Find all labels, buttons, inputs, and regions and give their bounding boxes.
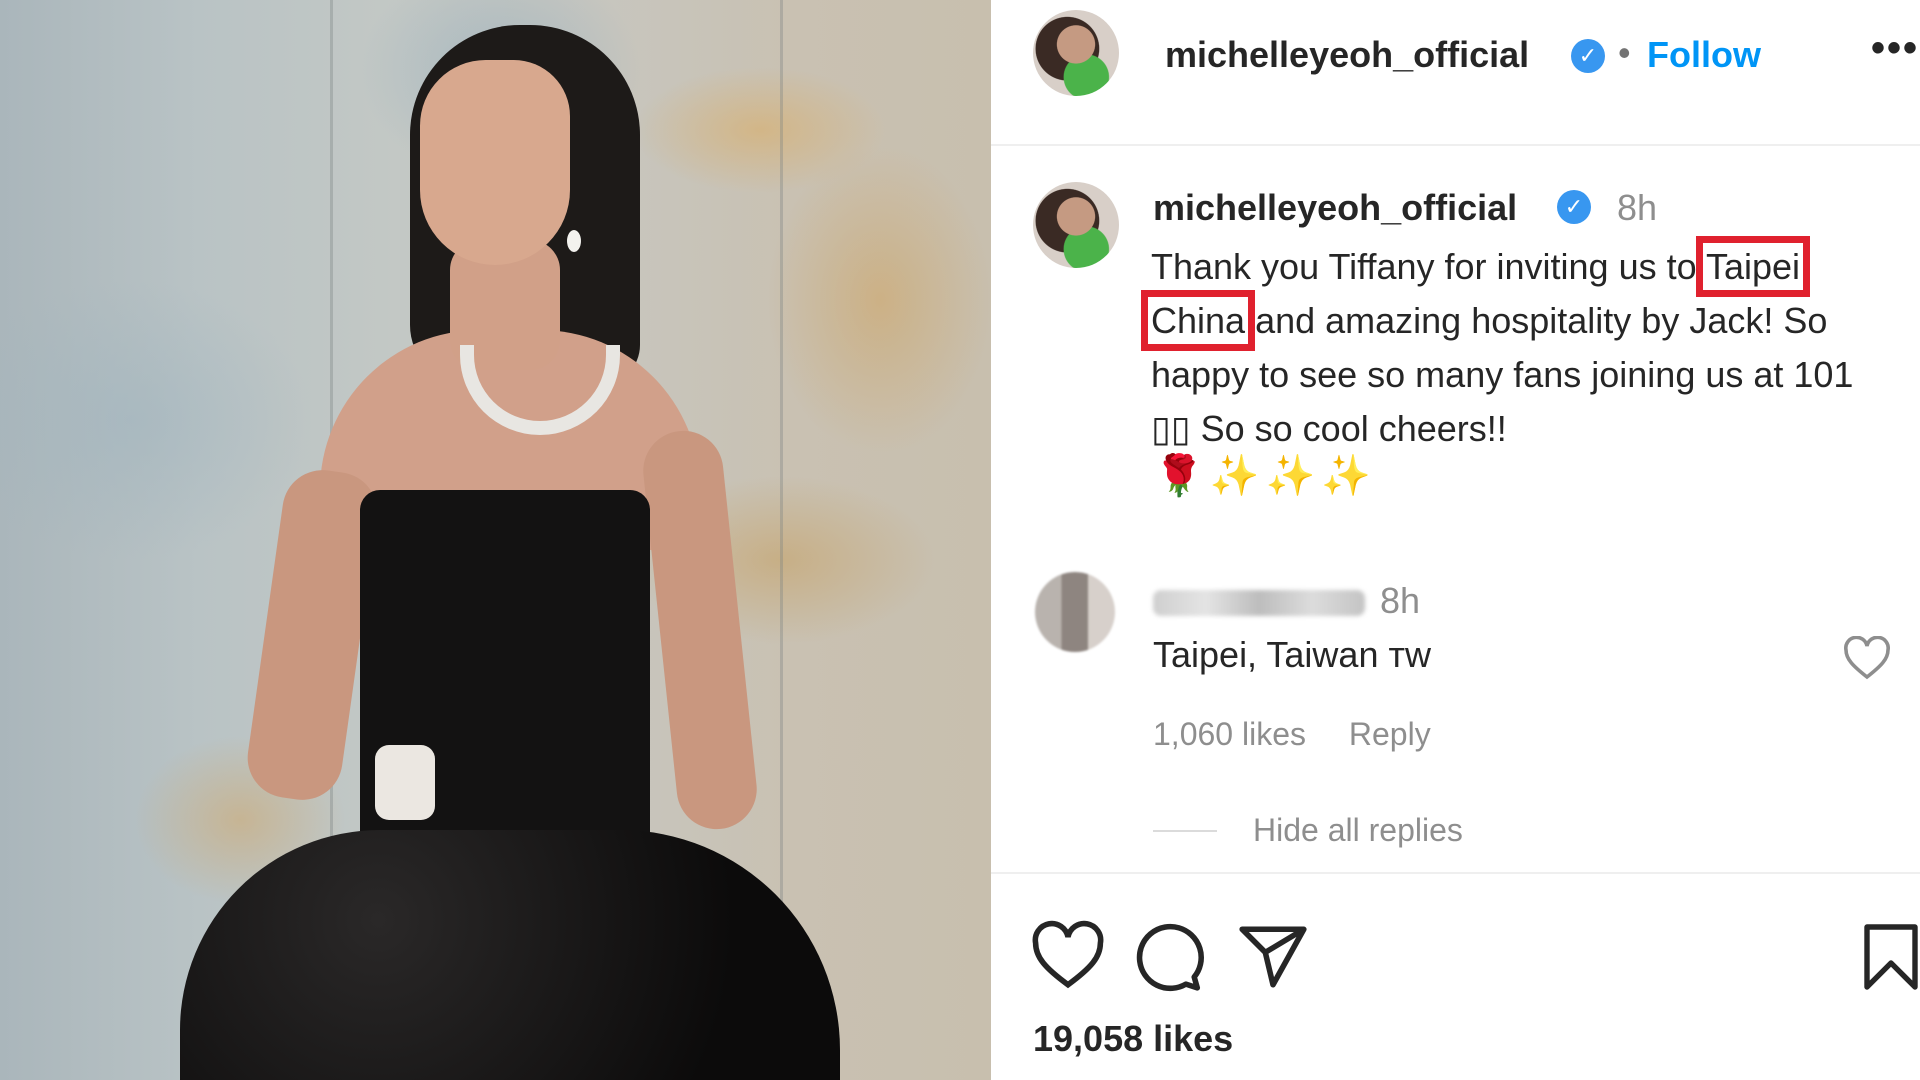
comment-like-icon[interactable] [1843, 636, 1891, 680]
replies-line [1153, 830, 1217, 832]
post-photo[interactable] [0, 0, 991, 1080]
blurred-commenter-username[interactable] [1153, 590, 1365, 616]
comment-meta: 1,060 likes Reply [1153, 716, 1465, 753]
post-side-panel: michelleyeoh_official ✓ • Follow ••• mic… [991, 0, 1920, 1080]
bookmark-icon[interactable] [1861, 920, 1920, 994]
caption-text: Thank you Tiffany for inviting us to Tai… [1140, 236, 1896, 456]
separator-dot: • [1618, 32, 1631, 73]
photo-subject-arm [639, 426, 761, 834]
reply-button[interactable]: Reply [1349, 716, 1431, 752]
caption-time[interactable]: 8h [1617, 187, 1657, 229]
caption-avatar[interactable] [1033, 182, 1119, 268]
verified-badge-icon: ✓ [1557, 190, 1591, 224]
heart-icon[interactable] [1031, 920, 1105, 994]
caption-username[interactable]: michelleyeoh_official [1153, 187, 1517, 229]
post-header: michelleyeoh_official ✓ • Follow ••• [991, 0, 1920, 146]
caption-text-after: and amazing hospitality by Jack! So happ… [1151, 300, 1854, 449]
share-icon[interactable] [1236, 920, 1310, 994]
photo-ruffled-skirt [180, 830, 840, 1080]
header-username[interactable]: michelleyeoh_official [1165, 34, 1529, 76]
divider [991, 872, 1920, 874]
comment-likes[interactable]: 1,060 likes [1153, 716, 1306, 752]
comment-icon[interactable] [1131, 920, 1205, 994]
caption-emojis: 🌹✨✨✨ [1154, 454, 1378, 498]
verified-badge-icon: ✓ [1571, 39, 1605, 73]
follow-button[interactable]: Follow [1647, 34, 1761, 76]
photo-subject-face [420, 60, 570, 265]
avatar[interactable] [1033, 10, 1119, 96]
photo-earring [567, 230, 581, 252]
photo-bracelet [375, 745, 435, 820]
more-options-icon[interactable]: ••• [1871, 26, 1919, 71]
post-likes[interactable]: 19,058 likes [1033, 1018, 1233, 1060]
comment-time[interactable]: 8h [1380, 580, 1420, 622]
comment-text: Taipei, Taiwan ᴛᴡ [1153, 634, 1431, 675]
hide-replies-button[interactable]: Hide all replies [1253, 812, 1463, 849]
comment-avatar[interactable] [1035, 572, 1115, 652]
caption-text-before: Thank you Tiffany for inviting us to [1151, 246, 1706, 287]
